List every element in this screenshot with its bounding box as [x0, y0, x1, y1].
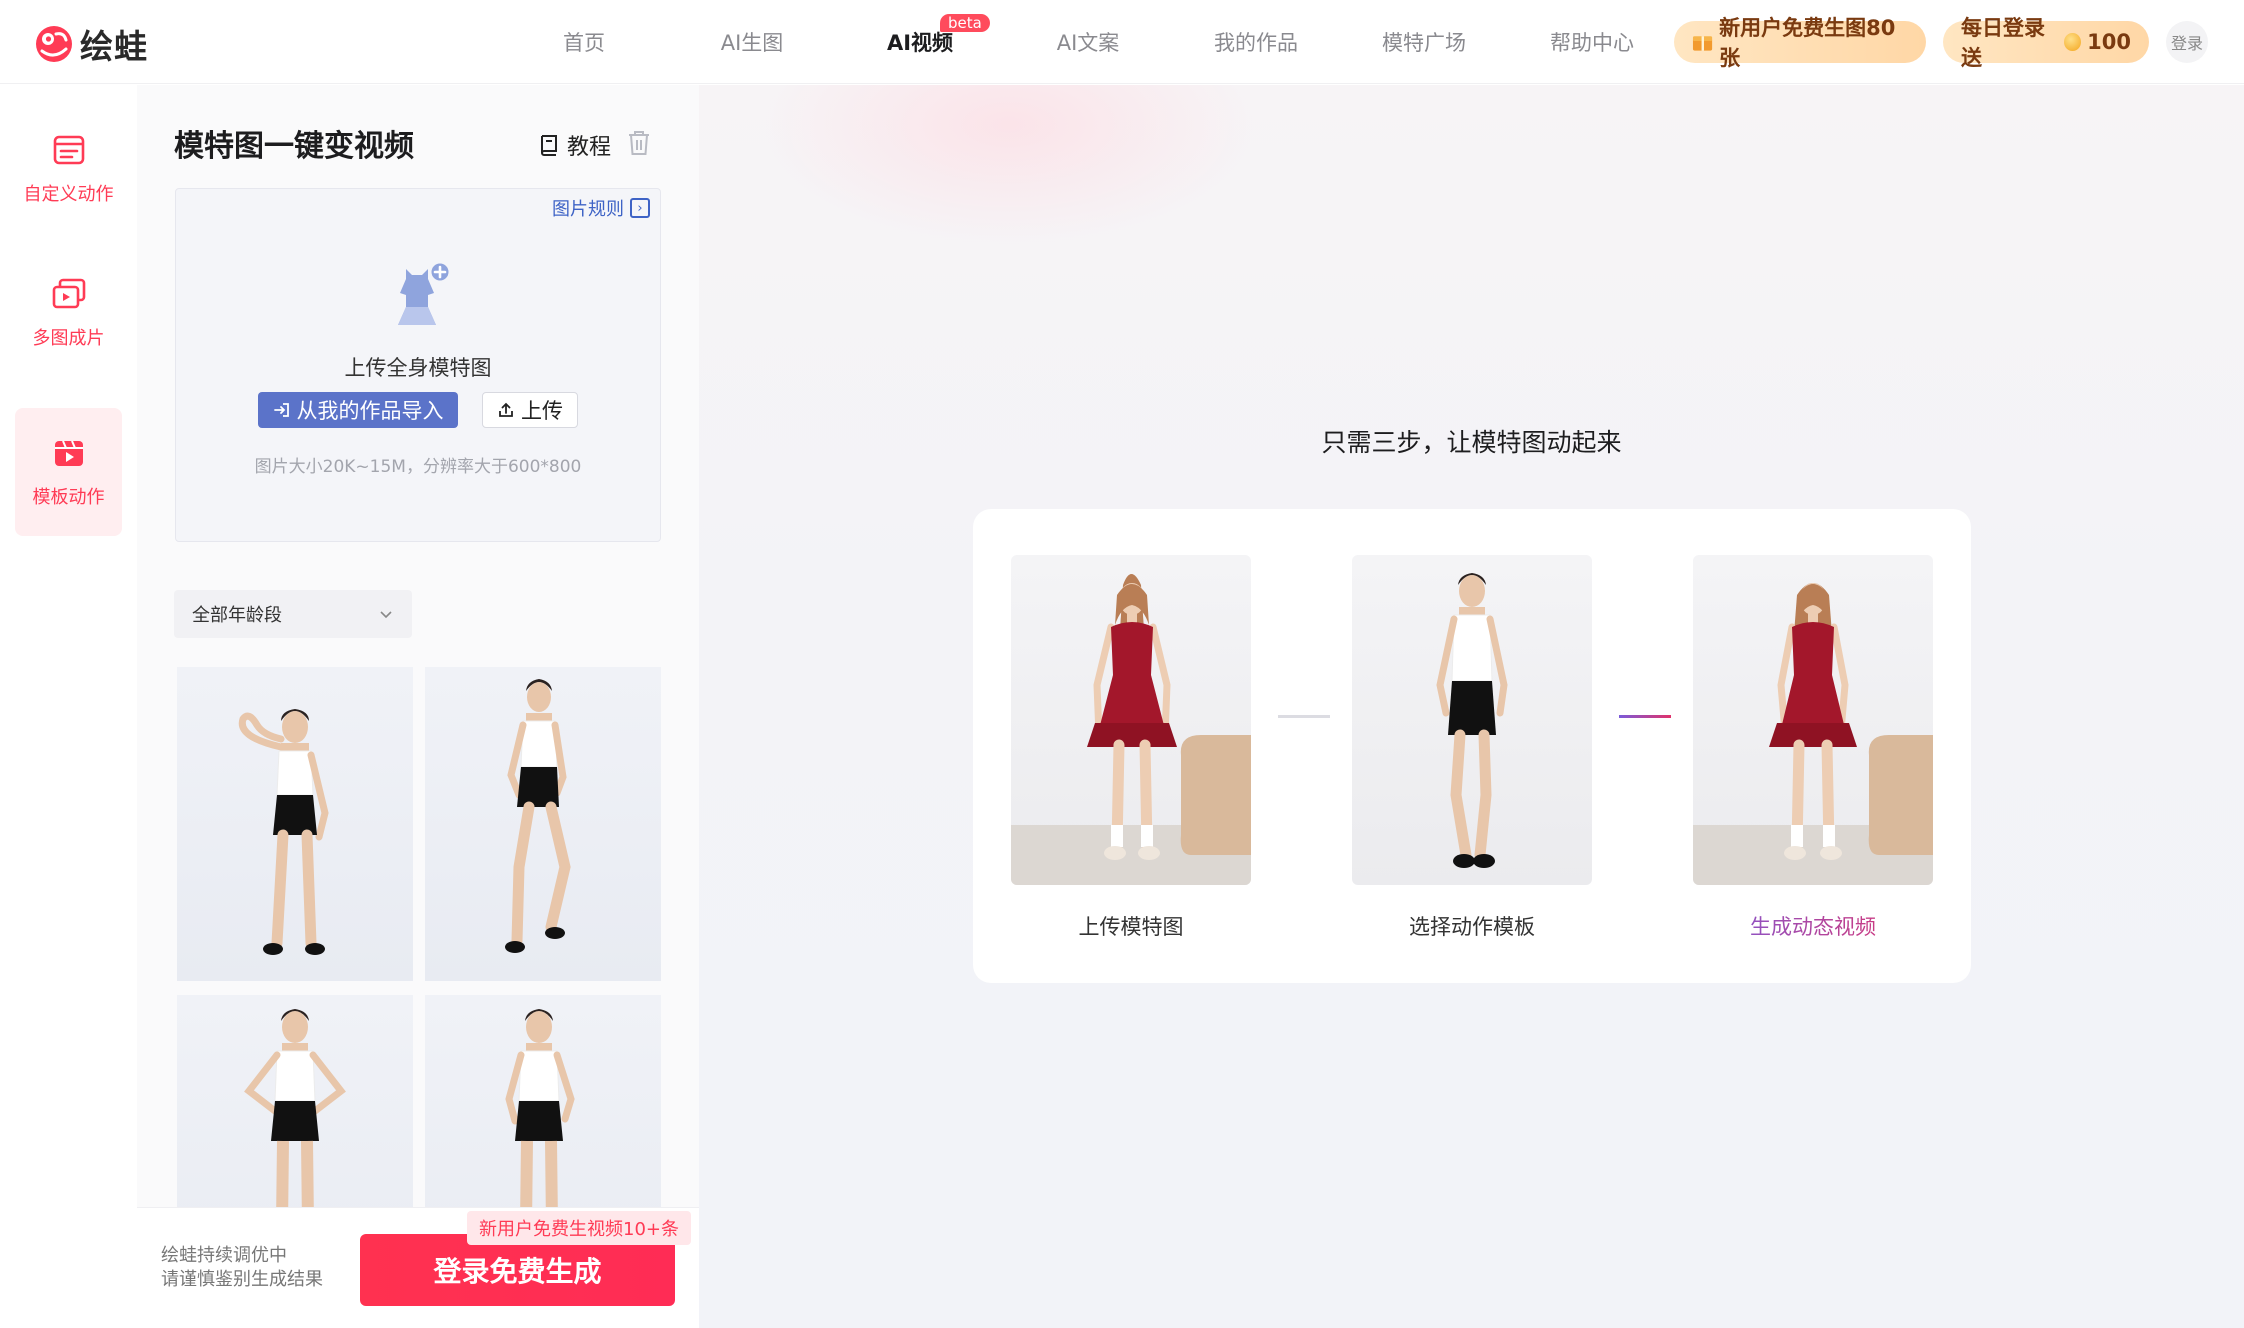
nav-ai-video[interactable]: AI视频 beta — [836, 0, 1004, 84]
frog-logo-icon — [36, 26, 72, 62]
header-login-label: 登录 — [2170, 34, 2203, 53]
step-result-image — [1693, 555, 1933, 885]
login-import-icon — [273, 403, 289, 417]
disclaimer-line: 请谨慎鉴别生成结果 — [161, 1269, 323, 1290]
steps-card: 上传模特图 选择动作模板 生成动态视频 — [973, 509, 1971, 983]
step-connector-line — [1278, 715, 1330, 718]
daily-login-promo-label: 每日登录送 — [1961, 16, 2045, 70]
edit-list-icon — [53, 135, 84, 165]
upload-hint: 图片大小20K~15M，分辨率大于600*800 — [254, 457, 582, 477]
step-label-template: 选择动作模板 — [1409, 915, 1535, 939]
nav-my-works-label: 我的作品 — [1214, 31, 1298, 55]
generate-action-bar: 绘蛙持续调优中 请谨慎鉴别生成结果 登录免费生成 新用户免费生视频10+条 — [137, 1207, 699, 1328]
gift-icon — [1692, 36, 1713, 51]
template-thumb-hand-on-head[interactable] — [177, 667, 413, 981]
new-user-video-tag-label: 新用户免费生视频10+条 — [479, 1219, 679, 1240]
video-clapper-icon — [54, 440, 83, 466]
age-filter-value: 全部年龄段 — [192, 605, 282, 626]
nav-model-plaza-label: 模特广场 — [1382, 31, 1466, 55]
book-icon — [541, 135, 557, 156]
new-user-promo-label: 新用户免费生图80张 — [1719, 16, 1896, 70]
nav-ai-image[interactable]: AI生图 — [668, 0, 836, 84]
step-connector-line-gradient — [1619, 715, 1671, 718]
template-grid — [177, 667, 661, 1292]
rail-item-label: 多图成片 — [32, 328, 105, 349]
model-figure-image — [505, 679, 571, 953]
multi-image-icon — [52, 278, 85, 309]
model-white-top-image — [1436, 573, 1508, 868]
nav-ai-copy[interactable]: AI文案 — [1004, 0, 1172, 84]
model-red-dress-result-image — [1693, 583, 1933, 885]
nav-ai-copy-label: AI文案 — [1056, 31, 1120, 55]
beta-badge: beta — [940, 14, 990, 32]
header-login-button[interactable]: 登录 — [2166, 21, 2208, 63]
top-header: 绘蛙 首页 AI生图 AI视频 beta AI文案 我的作品 模特广场 帮助中心… — [0, 0, 2244, 84]
upload-label-text: 上传 — [521, 399, 563, 423]
daily-login-promo-amount: 100 — [2087, 30, 2131, 54]
import-from-works-label: 从我的作品导入 — [296, 399, 444, 423]
nav-ai-image-label: AI生图 — [720, 31, 784, 55]
main-preview-area: 只需三步，让模特图动起来 上传模特图 选择动作模板 生成动态视频 — [699, 85, 2244, 1328]
upload-dropzone[interactable]: 图片规则 › 上传全身模特图 从我的作品导入 上传 图片大小20K~15M，分辨 — [175, 188, 661, 542]
import-from-works-button[interactable]: 从我的作品导入 — [258, 392, 458, 428]
image-rules-label: 图片规则 — [552, 199, 624, 220]
new-user-promo-button[interactable]: 新用户免费生图80张 — [1674, 16, 1926, 70]
step-label-upload: 上传模特图 — [1078, 915, 1184, 939]
tutorial-link[interactable]: 教程 — [537, 129, 611, 161]
rail-item-multi-image[interactable]: 多图成片 — [15, 249, 122, 377]
upload-button[interactable]: 上传 — [482, 392, 578, 428]
rail-item-template-action[interactable]: 模板动作 — [15, 408, 122, 536]
step-upload-image — [1011, 555, 1251, 885]
template-thumb-walking[interactable] — [425, 667, 661, 981]
age-filter-select[interactable]: 全部年龄段 — [174, 590, 412, 638]
image-rules-link[interactable]: 图片规则 › — [552, 195, 650, 221]
brand-name: 绘蛙 — [80, 27, 148, 66]
background-glow — [759, 85, 1259, 245]
tutorial-label: 教程 — [567, 135, 612, 160]
dress-upload-icon — [398, 260, 452, 325]
nav-home-label: 首页 — [563, 31, 605, 55]
disclaimer-text: 绘蛙持续调优中 请谨慎鉴别生成结果 — [161, 1244, 323, 1292]
nav-my-works[interactable]: 我的作品 — [1172, 0, 1340, 84]
model-figure-image — [238, 709, 329, 955]
panel-title: 模特图一键变视频 — [174, 129, 414, 164]
nav-help-center[interactable]: 帮助中心 — [1508, 0, 1676, 84]
steps-title: 只需三步，让模特图动起来 — [1321, 428, 1622, 457]
chevron-down-icon — [380, 611, 392, 619]
step-label-result: 生成动态视频 — [1693, 911, 1933, 941]
step-template-image — [1352, 555, 1592, 885]
template-action-panel: 模特图一键变视频 教程 图片规则 › 上传全身模特图 从我的作品导入 上传 图片… — [137, 85, 699, 1328]
new-user-video-tag: 新用户免费生视频10+条 — [467, 1211, 691, 1245]
upload-label: 上传全身模特图 — [344, 356, 492, 380]
upload-icon — [499, 402, 513, 417]
rail-item-custom-action[interactable]: 自定义动作 — [15, 105, 122, 233]
nav-help-center-label: 帮助中心 — [1550, 31, 1634, 55]
nav-home[interactable]: 首页 — [500, 0, 668, 84]
coin-icon — [2064, 33, 2082, 51]
rail-item-label: 模板动作 — [32, 487, 105, 508]
left-rail: 自定义动作 多图成片 模板动作 — [0, 85, 137, 1328]
rail-item-label: 自定义动作 — [23, 184, 114, 205]
disclaimer-line: 绘蛙持续调优中 — [161, 1245, 287, 1266]
model-red-dress-image — [1011, 574, 1251, 885]
daily-login-promo-button[interactable]: 每日登录送 100 — [1943, 16, 2149, 70]
nav-model-plaza[interactable]: 模特广场 — [1340, 0, 1508, 84]
trash-icon[interactable] — [626, 129, 652, 157]
main-nav: 首页 AI生图 AI视频 beta AI文案 我的作品 模特广场 帮助中心 — [500, 0, 1676, 84]
chevron-right-icon: › — [630, 198, 650, 218]
login-generate-label: 登录免费生成 — [433, 1255, 602, 1288]
brand-logo[interactable]: 绘蛙 — [34, 20, 148, 68]
